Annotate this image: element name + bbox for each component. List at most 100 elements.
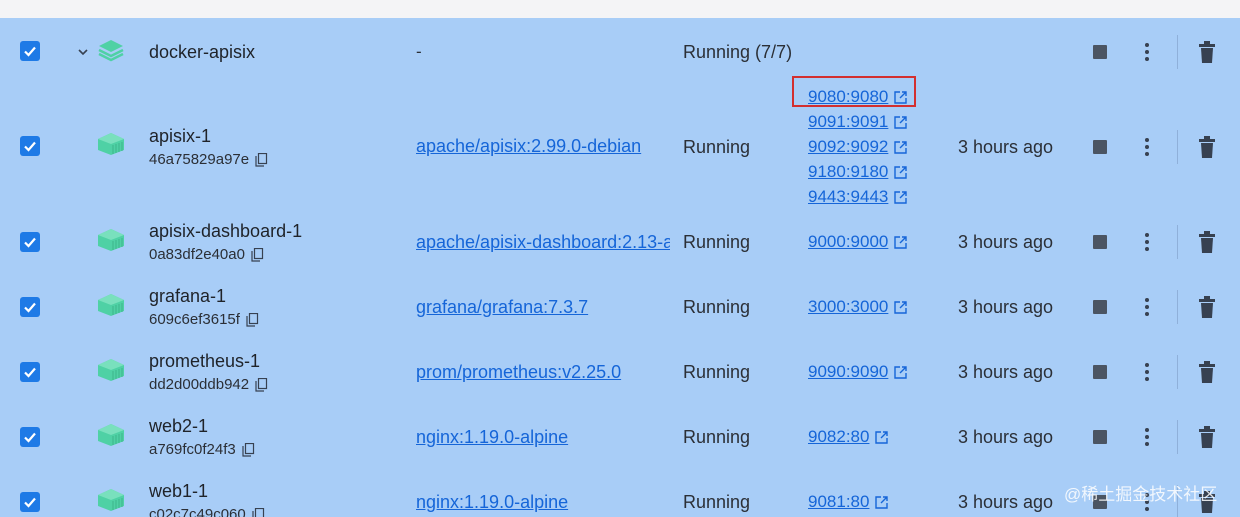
port-link[interactable]: 9000:9000: [808, 232, 908, 252]
container-id: 0a83df2e40a0: [149, 246, 264, 263]
port-link[interactable]: 3000:3000: [808, 297, 908, 317]
divider: [1177, 225, 1178, 259]
container-name: grafana-1: [149, 286, 227, 306]
copy-icon[interactable]: [255, 377, 268, 392]
container-id: c02c7c49c060: [149, 506, 265, 517]
container-status: Running: [683, 427, 751, 447]
divider: [1177, 420, 1178, 454]
container-id-text: a769fc0f24f3: [149, 441, 236, 458]
external-link-icon: [875, 430, 889, 444]
trash-icon[interactable]: [1198, 361, 1216, 383]
stop-icon[interactable]: [1093, 235, 1107, 249]
divider: [1177, 35, 1178, 69]
container-id: 609c6ef3615f: [149, 311, 259, 328]
container-status: Running: [683, 232, 751, 252]
table-row[interactable]: apisix-dashboard-1 0a83df2e40a0 apache/a…: [0, 214, 1240, 279]
trash-icon[interactable]: [1198, 136, 1216, 158]
group-image: -: [416, 42, 422, 61]
stop-icon[interactable]: [1093, 300, 1107, 314]
trash-icon[interactable]: [1198, 296, 1216, 318]
row-checkbox[interactable]: [20, 297, 40, 317]
row-checkbox[interactable]: [20, 362, 40, 382]
row-checkbox[interactable]: [20, 492, 40, 512]
container-icon: [98, 294, 124, 316]
chevron-down-icon[interactable]: [76, 45, 90, 59]
container-icon: [98, 424, 124, 446]
external-link-icon: [894, 115, 908, 129]
container-name: apisix-1: [149, 126, 212, 146]
more-vertical-icon[interactable]: [1140, 137, 1154, 157]
divider: [1177, 290, 1178, 324]
checkmark-icon: [24, 237, 36, 248]
more-vertical-icon[interactable]: [1140, 42, 1154, 62]
table-row[interactable]: grafana-1 609c6ef3615f grafana/grafana:7…: [0, 279, 1240, 344]
stop-icon[interactable]: [1093, 365, 1107, 379]
table-row[interactable]: apisix-1 46a75829a97e apache/apisix:2.99…: [0, 86, 1240, 214]
containers-table: docker-apisix - Running (7/7) apisix-1 4…: [0, 18, 1240, 517]
table-row[interactable]: prometheus-1 dd2d00ddb942 prom/prometheu…: [0, 344, 1240, 409]
row-checkbox[interactable]: [20, 427, 40, 447]
external-link-icon: [875, 495, 889, 509]
more-vertical-icon[interactable]: [1140, 362, 1154, 382]
image-link[interactable]: apache/apisix-dashboard:2.13-a: [416, 232, 670, 253]
checkmark-icon: [24, 302, 36, 313]
container-started: 3 hours ago: [958, 492, 1054, 512]
checkmark-icon: [24, 46, 36, 57]
external-link-icon: [894, 300, 908, 314]
table-row[interactable]: web2-1 a769fc0f24f3 nginx:1.19.0-alpine …: [0, 409, 1240, 474]
container-status: Running: [683, 362, 751, 382]
highlight-box: [792, 76, 916, 107]
copy-icon[interactable]: [252, 507, 265, 517]
image-link[interactable]: nginx:1.19.0-alpine: [416, 492, 670, 513]
checkmark-icon: [24, 497, 36, 508]
container-id-text: 46a75829a97e: [149, 151, 250, 168]
copy-icon[interactable]: [251, 247, 264, 262]
stack-icon: [98, 40, 124, 62]
group-checkbox[interactable]: [20, 41, 40, 61]
stop-icon[interactable]: [1093, 430, 1107, 444]
copy-icon[interactable]: [242, 442, 255, 457]
container-started: 3 hours ago: [958, 137, 1054, 157]
container-id: dd2d00ddb942: [149, 376, 268, 393]
more-vertical-icon[interactable]: [1140, 427, 1154, 447]
copy-icon[interactable]: [255, 152, 268, 167]
more-vertical-icon[interactable]: [1140, 297, 1154, 317]
container-id: 46a75829a97e: [149, 151, 268, 168]
copy-icon[interactable]: [246, 312, 259, 327]
container-started: 3 hours ago: [958, 362, 1054, 382]
group-row[interactable]: docker-apisix - Running (7/7): [0, 18, 1240, 86]
stop-icon[interactable]: [1093, 140, 1107, 154]
row-checkbox[interactable]: [20, 136, 40, 156]
container-status: Running: [683, 492, 751, 512]
row-checkbox[interactable]: [20, 232, 40, 252]
divider: [1177, 355, 1178, 389]
top-bar: [0, 0, 1240, 18]
port-link[interactable]: 9081:80: [808, 492, 889, 512]
image-link[interactable]: apache/apisix:2.99.0-debian: [416, 136, 670, 157]
container-id-text: c02c7c49c060: [149, 506, 246, 517]
trash-icon[interactable]: [1198, 41, 1216, 63]
external-link-icon: [894, 165, 908, 179]
image-link[interactable]: prom/prometheus:v2.25.0: [416, 362, 670, 383]
container-icon: [98, 489, 124, 511]
port-link[interactable]: 9090:9090: [808, 362, 908, 382]
port-link[interactable]: 9091:9091: [808, 112, 908, 132]
group-status: Running (7/7): [683, 42, 793, 62]
more-vertical-icon[interactable]: [1140, 232, 1154, 252]
checkmark-icon: [24, 367, 36, 378]
external-link-icon: [894, 140, 908, 154]
stop-icon[interactable]: [1093, 45, 1107, 59]
trash-icon[interactable]: [1198, 426, 1216, 448]
watermark: @稀土掘金技术社区: [1064, 485, 1218, 504]
image-link[interactable]: nginx:1.19.0-alpine: [416, 427, 670, 448]
port-link[interactable]: 9082:80: [808, 427, 889, 447]
container-icon: [98, 133, 124, 155]
trash-icon[interactable]: [1198, 231, 1216, 253]
port-link[interactable]: 9180:9180: [808, 162, 908, 182]
container-name: web1-1: [149, 481, 209, 501]
port-link[interactable]: 9092:9092: [808, 137, 908, 157]
table-row[interactable]: web1-1 c02c7c49c060 nginx:1.19.0-alpine …: [0, 474, 1240, 517]
port-link[interactable]: 9443:9443: [808, 187, 908, 207]
image-link[interactable]: grafana/grafana:7.3.7: [416, 297, 670, 318]
external-link-icon: [894, 365, 908, 379]
